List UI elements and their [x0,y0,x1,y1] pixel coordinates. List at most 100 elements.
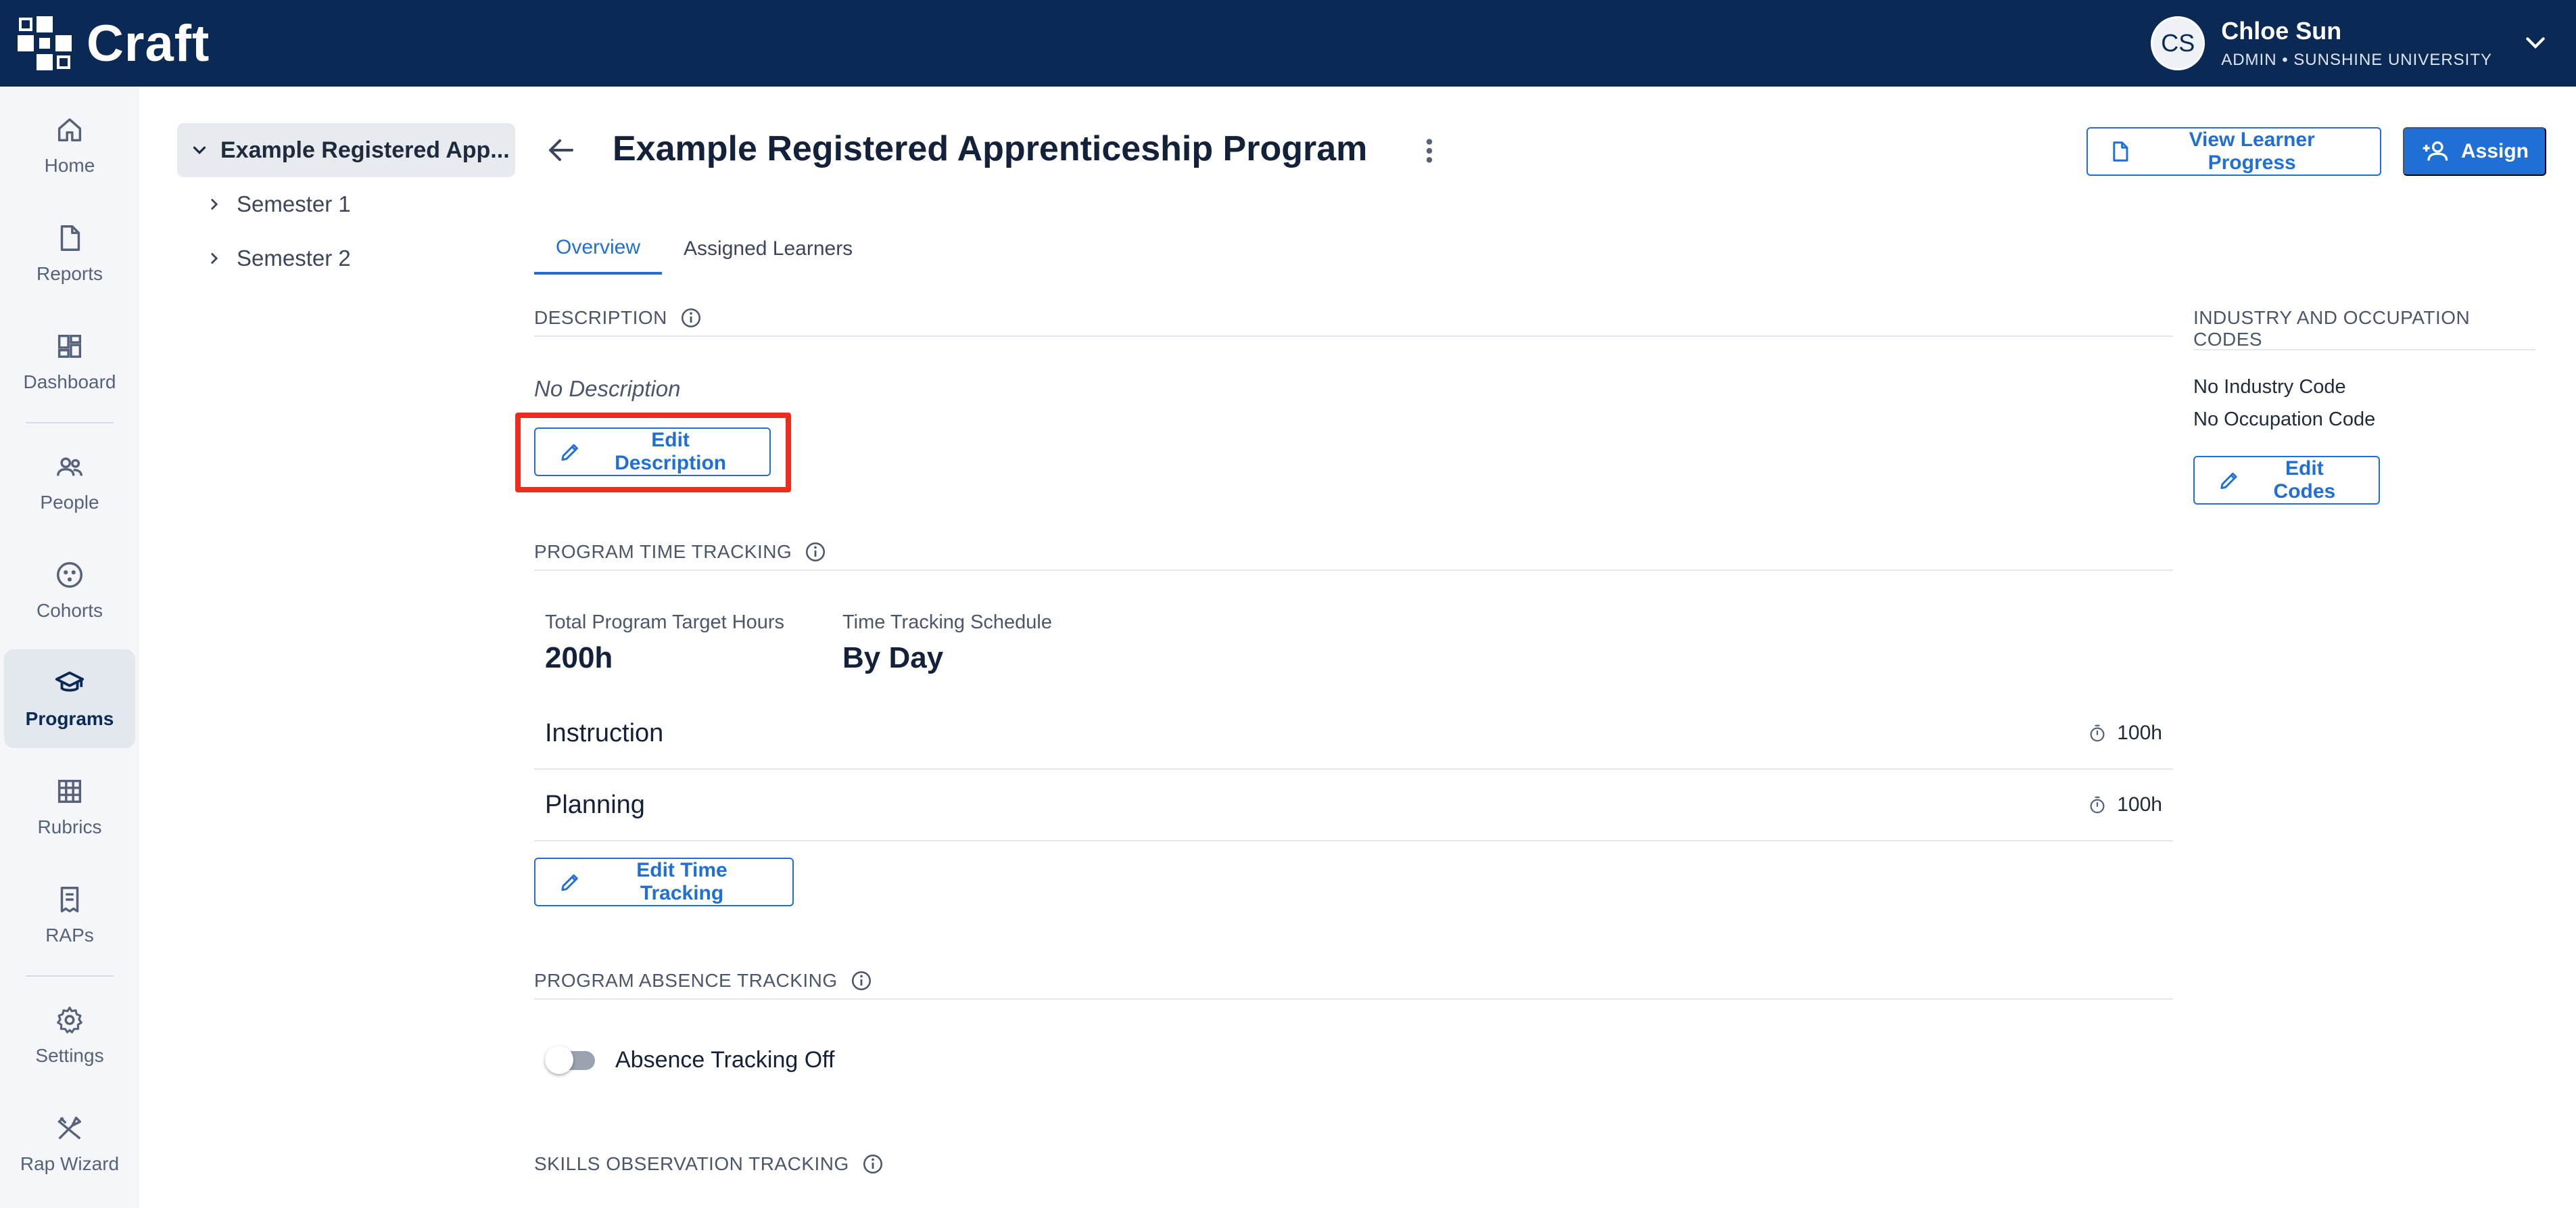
nav-item-rubrics[interactable]: Rubrics [4,758,135,856]
back-arrow-icon[interactable] [545,134,577,166]
nav-item-raps[interactable]: RAPs [4,866,135,965]
cohorts-icon [57,562,82,588]
occupation-code: No Occupation Code [2193,409,2376,430]
button-label: View Learner Progress [2189,129,2315,174]
chevron-down-icon[interactable] [2522,30,2549,57]
brand-name: Craft [87,14,210,72]
target-hours-label: Total Program Target Hours [545,611,785,633]
tab-overview[interactable]: Overview [534,223,663,275]
nav-item-people[interactable]: People [4,433,135,532]
tab-bar: Overview Assigned Learners [534,223,874,275]
pencil-icon [2220,472,2237,490]
skills-section-header: SKILLS OBSERVATION TRACKING [534,1146,2173,1182]
nav-item-reports[interactable]: Reports [4,204,135,303]
tree-root-label: Example Registered App... [220,137,510,163]
nav-divider [26,975,114,977]
tools-icon [57,1116,82,1140]
button-label: Edit Description [615,429,727,474]
info-icon[interactable] [850,969,873,992]
section-title: PROGRAM ABSENCE TRACKING [534,970,838,991]
nav-item-settings[interactable]: Settings [4,986,135,1085]
time-tracking-section-header: PROGRAM TIME TRACKING [534,534,2173,571]
view-learner-progress-button[interactable]: View Learner Progress [2086,127,2381,176]
side-nav: Home Reports Dashboard People Cohorts Pr… [0,87,139,1208]
user-meta: Chloe Sun ADMIN • SUNSHINE UNIVERSITY [2221,17,2492,70]
stopwatch-icon [2090,724,2105,742]
user-menu[interactable]: CS Chloe Sun ADMIN • SUNSHINE UNIVERSITY [2151,16,2549,70]
tab-assigned-learners[interactable]: Assigned Learners [662,223,874,275]
section-title: PROGRAM TIME TRACKING [534,541,792,562]
user-role: ADMIN • SUNSHINE UNIVERSITY [2221,51,2492,69]
nav-label: Rubrics [37,816,102,837]
gear-icon [57,1006,82,1033]
tree-child-label: Semester 2 [237,246,351,271]
brand-logo[interactable]: Craft [15,14,210,73]
time-category-row: Planning 100h [534,770,2173,841]
people-icon [57,457,82,476]
program-tree: Example Registered App... Semester 1 Sem… [177,123,515,285]
tree-item-root[interactable]: Example Registered App... [177,123,515,177]
user-name: Chloe Sun [2221,17,2342,45]
nav-label: Dashboard [23,371,116,392]
absence-tracking-section-header: PROGRAM ABSENCE TRACKING [534,963,2173,1000]
time-category-hours: 100h [2087,722,2162,745]
page-title: Example Registered Apprenticeship Progra… [613,129,1368,168]
description-section-header: DESCRIPTION [534,300,2173,337]
edit-time-tracking-button[interactable]: Edit Time Tracking [534,858,794,906]
hours-value: 100h [2117,793,2162,816]
tree-item-semester-1[interactable]: Semester 1 [177,177,515,231]
info-icon[interactable] [861,1153,884,1176]
absence-tracking-label: Absence Tracking Off [615,1046,835,1073]
raps-icon [60,887,79,912]
time-category-name: Planning [545,790,645,819]
nav-label: Rap Wizard [20,1153,120,1174]
add-person-icon [2423,141,2448,161]
section-title: DESCRIPTION [534,307,667,328]
assign-button[interactable]: Assign [2403,127,2546,176]
home-icon [57,118,82,142]
nav-item-programs[interactable]: Programs [4,649,135,748]
info-icon[interactable] [679,306,702,329]
section-title: SKILLS OBSERVATION TRACKING [534,1153,849,1174]
nav-item-dashboard[interactable]: Dashboard [4,312,135,411]
chevron-right-icon[interactable] [206,195,223,213]
schedule-label: Time Tracking Schedule [842,611,1053,633]
chevron-right-icon[interactable] [206,250,223,267]
pencil-icon [561,874,578,891]
nav-item-home[interactable]: Home [4,96,135,195]
edit-codes-button[interactable]: Edit Codes [2193,456,2380,505]
nav-label: Cohorts [36,600,103,621]
time-category-hours: 100h [2087,793,2162,816]
edit-description-button[interactable]: Edit Description [534,427,771,476]
pencil-icon [561,444,578,461]
document-icon [2113,141,2128,162]
more-options-icon[interactable] [1417,135,1441,166]
section-title: INDUSTRY AND OCCUPATION CODES [2193,307,2471,350]
absence-tracking-control: Absence Tracking Off [545,1046,834,1074]
craft-logo-icon [18,16,72,70]
chevron-down-icon[interactable] [189,140,210,160]
button-label: Edit Codes [2273,457,2336,503]
avatar: CS [2151,16,2205,70]
schedule-value: By Day [842,641,944,674]
description-text: No Description [534,376,681,401]
tree-item-semester-2[interactable]: Semester 2 [177,231,515,285]
hours-value: 100h [2117,722,2162,744]
grid-icon [57,779,82,804]
nav-item-rap-wizard[interactable]: Rap Wizard [4,1094,135,1193]
button-label: Assign [2460,140,2529,162]
nav-label: Home [44,155,95,176]
nav-divider [26,422,114,423]
info-icon[interactable] [804,540,827,563]
time-category-row: Instruction 100h [534,698,2173,770]
graduation-cap-icon [55,671,85,692]
nav-label: RAPs [45,925,94,946]
nav-item-cohorts[interactable]: Cohorts [4,541,135,640]
button-label: Edit Time Tracking [636,859,728,904]
toggle-knob [545,1046,573,1074]
nav-label: Programs [25,708,114,729]
stopwatch-icon [2090,796,2105,814]
absence-tracking-toggle[interactable] [545,1046,596,1074]
nav-label: Settings [35,1045,104,1066]
nav-label: People [40,492,99,513]
